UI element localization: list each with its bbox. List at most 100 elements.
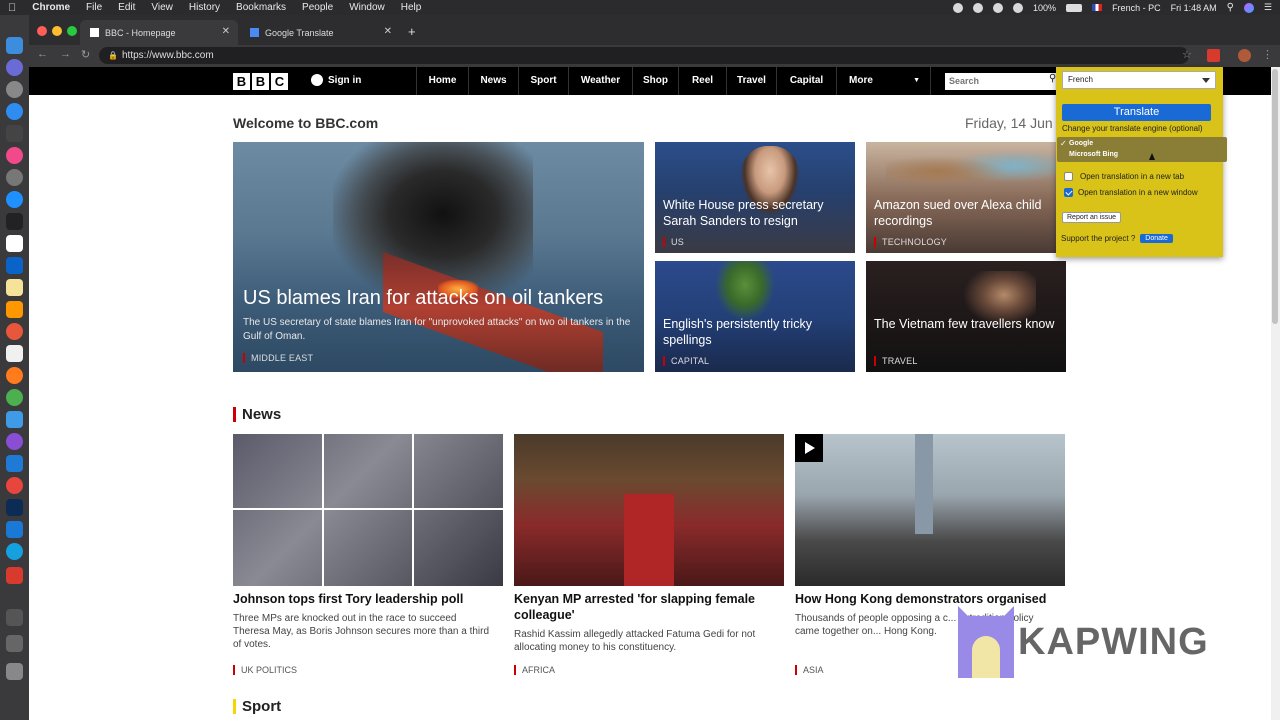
play-video-icon[interactable] [795,434,823,462]
window-zoom-button[interactable] [67,26,77,36]
news-tag[interactable]: AFRICA [514,665,555,675]
nav-capital[interactable]: Capital [776,67,836,95]
window-minimize-button[interactable] [52,26,62,36]
dock-github-icon[interactable] [6,433,23,450]
bookmark-star-icon[interactable]: ☆ [1182,48,1192,61]
nav-reel[interactable]: Reel [678,67,726,95]
tile-tag[interactable]: TRAVEL [874,356,918,366]
dock-firefox-icon[interactable] [6,367,23,384]
back-arrow-icon[interactable]: ← [37,48,48,60]
bbc-search-input[interactable] [945,73,1060,90]
section-title-sport[interactable]: Sport [233,699,281,714]
dock-translate-extension-icon[interactable] [6,567,23,584]
tab-close-icon[interactable]: ✕ [384,26,392,37]
news-image[interactable] [233,434,503,586]
tile-story[interactable]: White House press secretary Sarah Sander… [655,142,855,253]
menu-edit[interactable]: Edit [110,2,143,13]
news-headline[interactable]: Johnson tops first Tory leadership poll [233,592,503,608]
engine-option-bing[interactable]: Microsoft Bing [1069,151,1118,158]
status-globe-icon[interactable] [973,2,984,13]
dock-sublime-icon[interactable] [6,301,23,318]
donate-button[interactable]: Donate [1140,234,1173,243]
news-headline[interactable]: Kenyan MP arrested 'for slapping female … [514,592,784,623]
dock-textedit-icon[interactable] [6,345,23,362]
dock-notes-icon[interactable] [6,279,23,296]
menu-chrome[interactable]: Chrome [24,2,78,13]
engine-option-google[interactable]: Google [1069,140,1093,147]
nav-sport[interactable]: Sport [518,67,568,95]
bbc-logo[interactable]: B B C [233,73,288,90]
browser-menu-icon[interactable]: ⋮ [1262,48,1273,61]
tile-headline[interactable]: White House press secretary Sarah Sander… [663,198,848,229]
reload-icon[interactable]: ↻ [81,48,90,61]
menu-window[interactable]: Window [341,2,393,13]
engine-dropdown-list[interactable]: ✓ Google Microsoft Bing [1057,137,1227,162]
input-source-flag-icon[interactable] [1092,4,1103,11]
tab-google-translate[interactable]: Google Translate ✕ [240,20,400,45]
dock-vscode-icon[interactable] [6,455,23,472]
dock-itunes-icon[interactable] [6,147,23,164]
status-bluetooth-icon[interactable] [993,2,1004,13]
dock-system-preferences-icon[interactable] [6,169,23,186]
option-new-tab[interactable]: Open translation in a new tab [1064,172,1184,181]
dock-launchpad-icon[interactable] [6,59,23,76]
dock-trash-icon[interactable] [6,663,23,680]
nav-news[interactable]: News [468,67,518,95]
window-close-button[interactable] [37,26,47,36]
menu-bookmarks[interactable]: Bookmarks [228,2,294,13]
dock-browser-icon[interactable] [6,543,23,560]
tile-story[interactable]: Amazon sued over Alexa child recordings … [866,142,1066,253]
input-source[interactable]: French - PC [1112,3,1161,13]
nav-home[interactable]: Home [416,67,468,95]
dock-photoshop-icon[interactable] [6,499,23,516]
dock-chrome-icon[interactable] [6,477,23,494]
tab-close-icon[interactable]: ✕ [222,26,230,37]
news-tag[interactable]: ASIA [795,665,824,675]
option-new-window[interactable]: Open translation in a new window [1064,188,1198,197]
address-bar[interactable]: 🔒 https://www.bbc.com [99,47,1189,64]
dock-safari-icon[interactable] [6,81,23,98]
dock-compass-icon[interactable] [6,323,23,340]
spotlight-search-icon[interactable]: ⚲ [1227,2,1234,13]
dock-screen-icon[interactable] [6,125,23,142]
tile-tag[interactable]: TECHNOLOGY [874,237,947,247]
dock-folder-icon[interactable] [6,411,23,428]
dock-outlook-icon[interactable] [6,257,23,274]
tile-headline[interactable]: The Vietnam few travellers know [874,317,1059,333]
menu-view[interactable]: View [143,2,181,13]
scrollbar-thumb[interactable] [1272,69,1278,324]
menu-people[interactable]: People [294,2,341,13]
nav-shop[interactable]: Shop [632,67,678,95]
wifi-icon[interactable] [1013,2,1024,13]
nav-travel[interactable]: Travel [726,67,776,95]
translate-button[interactable]: Translate [1062,104,1211,121]
hero-story[interactable]: US blames Iran for attacks on oil tanker… [233,142,644,372]
notification-center-icon[interactable]: ☰ [1264,2,1272,13]
tile-story[interactable]: The Vietnam few travellers know TRAVEL [866,261,1066,372]
news-image[interactable] [795,434,1065,586]
tile-tag[interactable]: CAPITAL [663,356,709,366]
dock-screenshot-icon[interactable] [6,609,23,626]
news-tag[interactable]: UK POLITICS [233,665,297,675]
new-window-checkbox[interactable] [1064,188,1073,197]
tile-headline[interactable]: Amazon sued over Alexa child recordings [874,198,1059,229]
dock-chrome-canary-icon[interactable] [6,389,23,406]
new-tab-checkbox[interactable] [1064,172,1073,181]
section-title-news[interactable]: News [233,407,281,422]
dock-maps-icon[interactable] [6,191,23,208]
dock-downloads-icon[interactable] [6,635,23,652]
nav-weather[interactable]: Weather [568,67,632,95]
news-image[interactable] [514,434,784,586]
report-issue-button[interactable]: Report an issue [1062,212,1122,223]
nav-more[interactable]: More ▼ [836,67,931,95]
new-tab-button[interactable]: + [408,24,416,39]
forward-arrow-icon[interactable]: → [60,48,71,60]
menubar-clock[interactable]: Fri 1:48 AM [1171,3,1217,13]
menu-history[interactable]: History [181,2,228,13]
siri-icon[interactable] [1243,2,1254,13]
dock-appstore-icon[interactable] [6,103,23,120]
dock-slack-icon[interactable] [6,235,23,252]
menu-help[interactable]: Help [393,2,430,13]
menu-file[interactable]: File [78,2,110,13]
status-record-icon[interactable] [953,2,964,13]
